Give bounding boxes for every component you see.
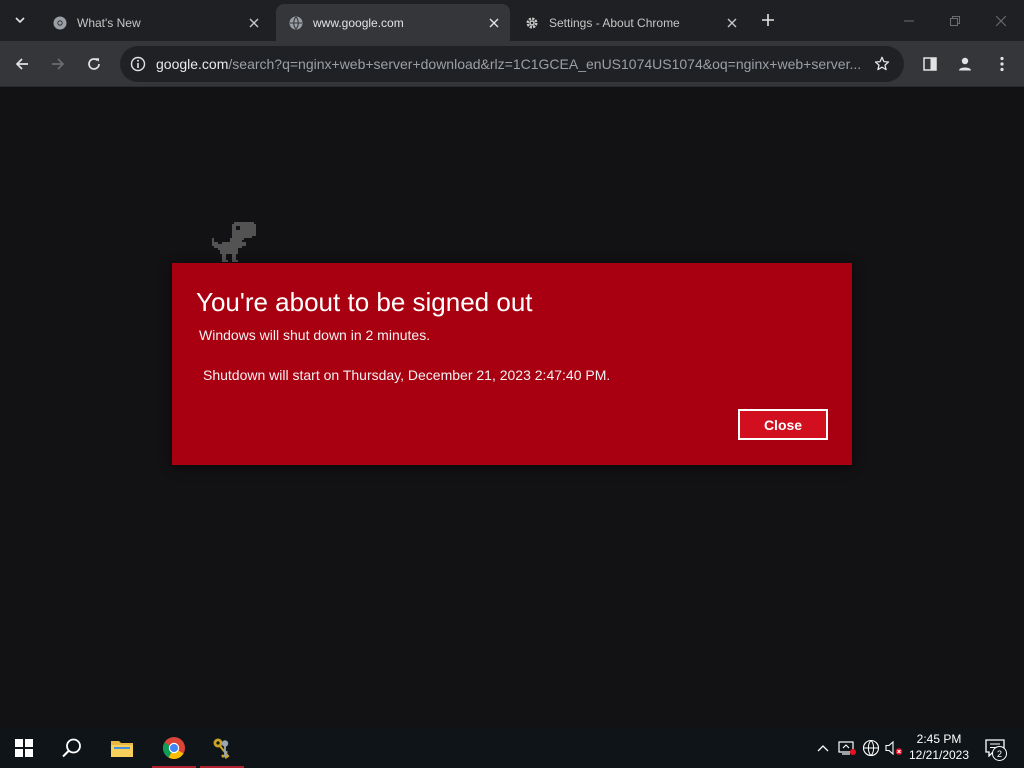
taskbar-app-keys[interactable] <box>198 728 246 768</box>
new-tab-button[interactable] <box>757 9 779 31</box>
bookmark-star-icon[interactable] <box>866 48 898 80</box>
tray-security-icon[interactable] <box>836 728 858 768</box>
arrow-left-icon <box>15 58 28 70</box>
address-host: google.com <box>156 56 229 72</box>
gear-icon <box>524 15 540 31</box>
tab-title: Settings - About Chrome <box>549 15 680 30</box>
keys-icon <box>213 738 230 760</box>
tab-strip: What's New www.google.com Settings - Abo… <box>0 0 1024 41</box>
search-button[interactable] <box>48 728 96 768</box>
start-button[interactable] <box>0 728 48 768</box>
dialog-message: Windows will shut down in 2 minutes. <box>199 327 431 343</box>
globe-icon <box>288 15 304 31</box>
close-tab-icon[interactable] <box>244 13 264 33</box>
restore-icon <box>950 15 960 26</box>
minimize-button[interactable] <box>886 0 932 41</box>
clock-time: 2:45 PM <box>916 732 962 746</box>
address-url[interactable]: google.com/search?q=nginx+web+server+dow… <box>156 56 866 72</box>
plus-icon <box>762 14 774 26</box>
dialog-detail: Shutdown will start on Thursday, Decembe… <box>203 367 611 383</box>
tab-settings[interactable]: Settings - About Chrome <box>512 4 748 41</box>
info-icon[interactable] <box>128 54 148 74</box>
shutdown-dialog: You're about to be signed out Windows wi… <box>172 263 852 465</box>
tab-search-button[interactable] <box>8 8 32 32</box>
close-window-button[interactable] <box>978 0 1024 41</box>
search-icon <box>62 738 81 758</box>
back-button[interactable] <box>8 50 36 78</box>
close-tab-icon[interactable] <box>484 13 504 33</box>
taskbar-file-explorer[interactable] <box>98 728 146 768</box>
tab-whats-new[interactable]: What's New <box>40 4 270 41</box>
address-bar[interactable]: google.com/search?q=nginx+web+server+dow… <box>120 46 904 82</box>
reload-icon <box>88 58 100 70</box>
tab-google[interactable]: www.google.com <box>276 4 510 41</box>
windows-icon <box>15 739 33 757</box>
minimize-icon <box>904 20 914 21</box>
network-globe-icon[interactable] <box>860 728 882 768</box>
clock-date: 12/21/2023 <box>908 748 970 762</box>
forward-button[interactable] <box>44 50 72 78</box>
taskbar-clock[interactable]: 2:45 PM 12/21/2023 <box>902 731 976 763</box>
action-center-button[interactable]: 2 <box>980 728 1010 768</box>
volume-muted-icon[interactable] <box>884 728 904 768</box>
close-icon <box>996 15 1006 26</box>
dinosaur-icon <box>212 222 256 262</box>
taskbar: 2:45 PM 12/21/2023 2 <box>0 728 1024 768</box>
arrow-right-icon <box>52 58 65 70</box>
reload-button[interactable] <box>80 50 108 78</box>
notification-count-badge: 2 <box>992 746 1007 761</box>
chrome-icon <box>52 15 68 31</box>
show-hidden-icons-button[interactable] <box>812 728 834 768</box>
chevron-down-icon <box>15 17 25 24</box>
restore-button[interactable] <box>932 0 978 41</box>
more-menu-icon[interactable] <box>988 50 1016 78</box>
close-tab-icon[interactable] <box>722 13 742 33</box>
close-button[interactable]: Close <box>738 409 828 440</box>
side-panel-icon[interactable] <box>916 50 944 78</box>
folder-icon <box>111 741 133 757</box>
chrome-icon <box>162 737 185 759</box>
chevron-up-icon <box>817 745 829 752</box>
profile-icon[interactable] <box>951 50 979 78</box>
address-path: /search?q=nginx+web+server+download&rlz=… <box>228 56 862 72</box>
tab-title: www.google.com <box>313 15 404 30</box>
taskbar-chrome[interactable] <box>150 728 198 768</box>
browser-toolbar: google.com/search?q=nginx+web+server+dow… <box>0 41 1024 87</box>
tab-title: What's New <box>77 15 141 30</box>
dialog-title: You're about to be signed out <box>196 287 533 317</box>
